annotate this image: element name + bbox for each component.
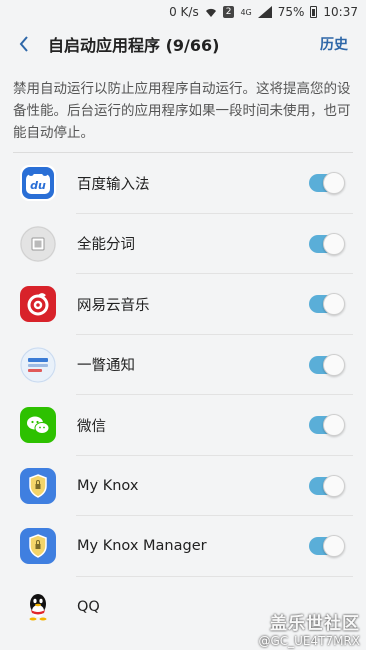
autostart-toggle[interactable]: [309, 535, 345, 558]
netease-music-icon: [20, 286, 56, 323]
qq-icon: [20, 589, 56, 625]
knox-manager-icon: [20, 528, 56, 565]
app-name: My Knox: [77, 477, 139, 494]
battery-icon: [310, 6, 318, 18]
network-type: 4G: [240, 7, 252, 17]
watermark-user: @GC_UE4T7MRX: [258, 634, 360, 648]
app-name: 全能分词: [77, 237, 135, 254]
chevron-left-icon: [19, 36, 28, 52]
network-speed: 0 K/s: [169, 5, 199, 19]
wifi-icon: [205, 6, 217, 18]
notification-count-badge: 2: [222, 6, 235, 18]
history-button[interactable]: 历史: [302, 34, 366, 54]
app-name: 一瞥通知: [77, 358, 135, 375]
watermark: 盖乐世社区 @GC_UE4T7MRX: [258, 609, 360, 648]
app-list: du 百度输入法 全能分词 网易云音乐 一瞥通知 微信 My Knox My K…: [0, 153, 366, 637]
svg-text:du: du: [30, 179, 46, 192]
app-name: 网易云音乐: [77, 297, 150, 314]
wechat-icon: [20, 407, 56, 444]
app-name: My Knox Manager: [77, 538, 207, 555]
autostart-toggle[interactable]: [309, 474, 345, 497]
watermark-title: 盖乐世社区: [270, 614, 360, 634]
status-bar: 0 K/s 2 4G 75% 10:37: [0, 0, 366, 24]
signal-icon: [257, 6, 272, 18]
autostart-toggle[interactable]: [309, 232, 345, 255]
app-name: 百度输入法: [77, 176, 150, 193]
list-item[interactable]: My Knox: [0, 456, 366, 517]
clock: 10:37: [323, 5, 358, 19]
list-item[interactable]: My Knox Manager: [0, 516, 366, 577]
back-button[interactable]: [0, 24, 48, 64]
word-split-icon: [20, 225, 56, 262]
knox-icon: [20, 467, 56, 504]
list-item[interactable]: 微信: [0, 395, 366, 456]
glance-notify-icon: [20, 346, 56, 383]
list-item[interactable]: 全能分词: [0, 214, 366, 275]
list-item[interactable]: du 百度输入法: [0, 153, 366, 214]
app-bar: 自启动应用程序 (9/66) 历史: [0, 24, 366, 64]
autostart-toggle[interactable]: [309, 293, 345, 316]
list-item[interactable]: 网易云音乐: [0, 274, 366, 335]
autostart-toggle[interactable]: [309, 414, 345, 437]
page-title: 自启动应用程序 (9/66): [48, 36, 220, 55]
autostart-toggle[interactable]: [309, 172, 345, 195]
baidu-input-icon: du: [20, 165, 56, 202]
description-text: 禁用自动运行以防止应用程序自动运行。这将提高您的设备性能。后台运行的应用程序如果…: [13, 81, 351, 141]
battery-percent: 75%: [277, 5, 305, 19]
app-name: 微信: [77, 418, 106, 435]
list-item[interactable]: 一瞥通知: [0, 335, 366, 396]
autostart-toggle[interactable]: [309, 353, 345, 376]
